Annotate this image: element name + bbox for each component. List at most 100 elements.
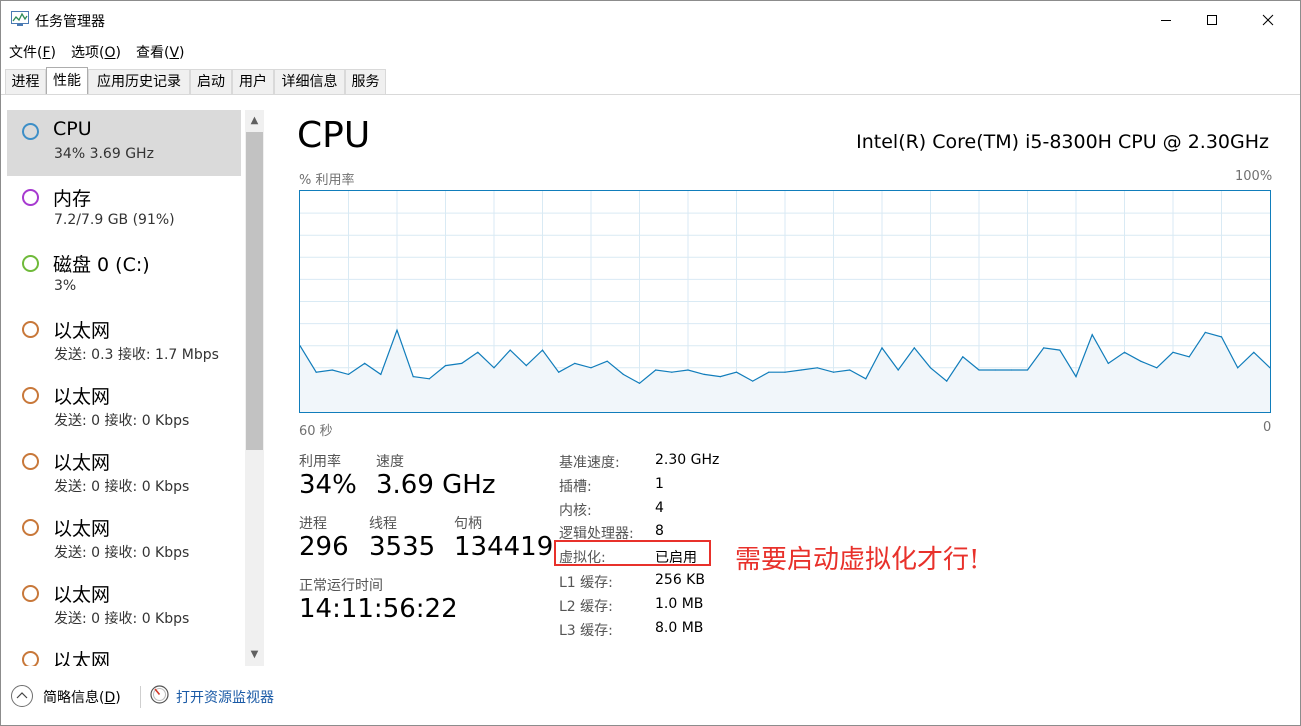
close-button[interactable]	[1245, 1, 1291, 39]
resource-item-ethernet[interactable]: 以太网 发送: 0.3 接收: 1.7 Mbps	[7, 308, 241, 374]
tab-details[interactable]: 详细信息	[274, 69, 345, 94]
cpu-model-name: Intel(R) Core(TM) i5-8300H CPU @ 2.30GHz	[856, 131, 1269, 153]
cpu-usage-point	[1220, 336, 1223, 338]
resource-name: 内存	[53, 188, 92, 210]
fewer-details-key: D	[104, 690, 116, 706]
menu-options-label: 选项	[71, 45, 99, 61]
tab-services[interactable]: 服务	[345, 69, 386, 94]
cpu-usage-point	[865, 378, 867, 380]
cpu-usage-point	[929, 367, 932, 369]
cpu-usage-point	[590, 367, 592, 369]
cpu-usage-point	[768, 371, 770, 373]
resource-name: 以太网	[53, 320, 111, 342]
annotation-text: 需要启动虚拟化才行!	[735, 545, 980, 575]
threads-value: 3535	[369, 532, 436, 562]
cpu-usage-point	[1123, 351, 1126, 353]
resource-name: 以太网	[53, 452, 111, 474]
resource-item-cpu[interactable]: CPU 34% 3.69 GHz	[7, 110, 241, 176]
title-bar: 任务管理器	[1, 1, 1300, 39]
virtualization-highlight-box	[554, 540, 711, 566]
menu-options[interactable]: 选项(O)	[63, 39, 128, 63]
cpu-usage-point	[978, 369, 980, 371]
resource-detail: 发送: 0 接收: 0 Kbps	[54, 545, 190, 561]
tab-processes[interactable]: 进程	[5, 69, 46, 94]
scroll-down-icon[interactable]: ▼	[245, 645, 264, 665]
ethernet-circle-icon	[22, 651, 39, 666]
cpu-usage-point	[622, 373, 624, 375]
resource-name: 以太网	[53, 518, 111, 540]
spec-label: L3 缓存:	[559, 623, 613, 639]
resource-name: 磁盘 0 (C:)	[53, 254, 150, 276]
menu-view[interactable]: 查看(V)	[128, 39, 192, 63]
resource-item-ethernet[interactable]: 以太网 发送: 0 接收: 0 Kbps	[7, 440, 241, 506]
ethernet-circle-icon	[22, 387, 39, 404]
close-icon	[1262, 14, 1274, 26]
fewer-details-button[interactable]: 简略信息(D)	[43, 687, 121, 707]
open-resource-monitor-link[interactable]: 打开资源监视器	[176, 687, 274, 707]
resource-detail: 3%	[54, 278, 77, 294]
cpu-usage-point	[396, 329, 398, 331]
tab-startup[interactable]: 启动	[190, 69, 232, 94]
resource-item-disk[interactable]: 磁盘 0 (C:) 3%	[7, 242, 241, 308]
tab-users[interactable]: 用户	[232, 69, 274, 94]
cpu-usage-point	[1059, 349, 1061, 351]
cpu-usage-point	[638, 382, 641, 384]
ethernet-circle-icon	[22, 453, 39, 470]
cpu-usage-point	[994, 369, 996, 371]
spec-value: 1	[655, 476, 664, 492]
resource-name: CPU	[53, 118, 92, 140]
resource-name: 以太网	[53, 584, 111, 606]
handles-value: 134419	[454, 532, 554, 562]
resource-item-memory[interactable]: 内存 7.2/7.9 GB (91%)	[7, 176, 241, 242]
menu-file[interactable]: 文件(F)	[1, 39, 63, 63]
spec-value: 256 KB	[655, 572, 705, 588]
cpu-usage-point	[574, 362, 576, 364]
cpu-usage-point	[735, 371, 738, 373]
minimize-icon	[1161, 20, 1171, 21]
scroll-up-icon[interactable]: ▲	[245, 111, 264, 131]
cpu-usage-point	[1204, 331, 1206, 333]
handles-label: 句柄	[454, 516, 482, 532]
cpu-usage-point	[913, 347, 915, 349]
utilization-label: 利用率	[299, 454, 341, 470]
cpu-usage-point	[1156, 367, 1158, 369]
maximize-button[interactable]	[1189, 1, 1235, 39]
resource-detail: 发送: 0.3 接收: 1.7 Mbps	[54, 347, 219, 363]
spec-label: 插槽:	[559, 479, 592, 495]
cpu-usage-point	[1043, 347, 1045, 349]
resource-item-ethernet[interactable]: 以太网 发送: 0 接收: 0 Kbps	[7, 572, 241, 638]
chevron-up-icon[interactable]	[11, 685, 33, 707]
task-manager-window: 任务管理器 文件(F) 选项(O) 查看(V) 进程 性能 应用历史记录 启动 …	[0, 0, 1301, 726]
cpu-usage-point	[719, 376, 721, 378]
utilization-value: 34%	[299, 470, 357, 500]
cpu-usage-point	[444, 365, 447, 367]
speed-value: 3.69 GHz	[376, 470, 496, 500]
cpu-usage-point	[832, 371, 835, 373]
spec-label: 基准速度:	[559, 455, 620, 471]
cpu-usage-point	[1107, 362, 1109, 364]
graph-xend-label: 0	[1263, 420, 1272, 435]
threads-label: 线程	[369, 516, 397, 532]
resource-name: 以太网	[53, 386, 111, 408]
resource-item-ethernet[interactable]: 以太网 发送: 0 接收: 0 Kbps	[7, 374, 241, 440]
cpu-usage-point	[364, 362, 366, 364]
menu-options-key: O	[104, 45, 116, 61]
scrollbar-thumb[interactable]	[246, 132, 263, 450]
tab-performance[interactable]: 性能	[46, 67, 88, 94]
disk-circle-icon	[22, 255, 39, 272]
resource-item-ethernet[interactable]: 以太网 发送: 0 接收: 0 Kbps	[7, 506, 241, 572]
resource-detail: 7.2/7.9 GB (91%)	[54, 212, 175, 228]
resource-item-ethernet[interactable]: 以太网	[7, 638, 241, 666]
cpu-usage-point	[412, 376, 414, 378]
graph-y-label: % 利用率	[299, 173, 355, 188]
minimize-button[interactable]	[1143, 1, 1189, 39]
spec-value: 2.30 GHz	[655, 452, 720, 468]
tab-app-history[interactable]: 应用历史记录	[88, 69, 190, 94]
cpu-usage-graph	[299, 190, 1271, 413]
processes-value: 296	[299, 532, 349, 562]
cpu-usage-point	[752, 380, 754, 382]
cpu-usage-point	[558, 371, 560, 373]
spec-value: 8	[655, 523, 664, 539]
ethernet-circle-icon	[22, 519, 39, 536]
spec-value: 1.0 MB	[655, 596, 704, 612]
